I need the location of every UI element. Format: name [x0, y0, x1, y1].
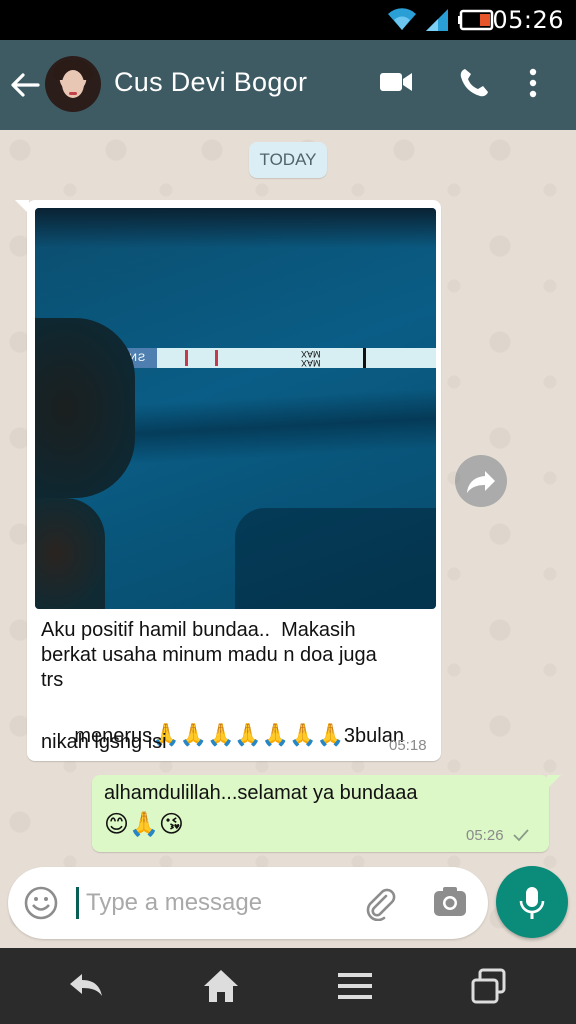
message-line: trs	[41, 669, 64, 691]
incoming-message[interactable]: SNSIHƐ SNSIHƐ MAX MAX Aku positif hamil …	[15, 200, 441, 761]
pray-emojis: 🙏🙏🙏🙏🙏🙏🙏	[152, 723, 344, 748]
message-composer	[8, 867, 488, 939]
wifi-icon	[386, 6, 418, 37]
nav-recents-icon[interactable]	[470, 968, 508, 1009]
date-chip: TODAY	[249, 142, 327, 178]
message-time: 05:26	[466, 827, 504, 844]
nav-menu-icon[interactable]	[336, 968, 374, 1009]
signal-icon	[424, 7, 450, 38]
nav-back-icon[interactable]	[66, 968, 106, 1007]
forward-icon[interactable]	[455, 455, 507, 507]
chat-header: Cus Devi Bogor	[0, 40, 576, 130]
battery-icon	[458, 9, 494, 36]
back-arrow-icon[interactable]	[8, 68, 42, 102]
message-line: alhamdulillah...selamat ya bundaaa	[104, 782, 418, 804]
chat-area[interactable]: TODAY SNSIHƐ SNSIHƐ MAX MAX Aku positif …	[0, 130, 576, 948]
avatar[interactable]	[45, 56, 101, 112]
message-line: nikah lgsng isi	[41, 731, 167, 753]
mic-icon	[519, 887, 545, 919]
status-time: 05:26	[492, 6, 564, 34]
more-vert-icon[interactable]	[528, 67, 538, 104]
text-caret	[76, 887, 79, 919]
nav-home-icon[interactable]	[202, 968, 240, 1009]
system-nav-bar	[0, 948, 576, 1024]
phone-icon[interactable]	[458, 67, 490, 104]
strip-max-text: MAX MAX	[301, 349, 321, 368]
message-time: 05:18	[389, 737, 427, 754]
camera-icon[interactable]	[433, 886, 467, 923]
video-call-icon[interactable]	[378, 67, 414, 102]
message-line: Aku positif hamil bundaa.. Makasih	[41, 619, 356, 641]
check-icon	[512, 827, 530, 848]
emojis: 😊🙏😘	[104, 810, 184, 838]
mic-button[interactable]	[496, 866, 568, 938]
message-line: berkat usaha minum madu n doa juga	[41, 644, 377, 666]
message-input[interactable]	[86, 887, 356, 919]
contact-name[interactable]: Cus Devi Bogor	[114, 67, 307, 98]
message-photo[interactable]: SNSIHƐ SNSIHƐ MAX MAX	[35, 208, 436, 609]
outgoing-message[interactable]: alhamdulillah...selamat ya bundaaa 😊🙏😘 0…	[92, 775, 561, 852]
status-bar: 05:26	[0, 0, 576, 40]
emoji-icon[interactable]	[23, 885, 59, 926]
attach-icon[interactable]	[362, 885, 398, 926]
